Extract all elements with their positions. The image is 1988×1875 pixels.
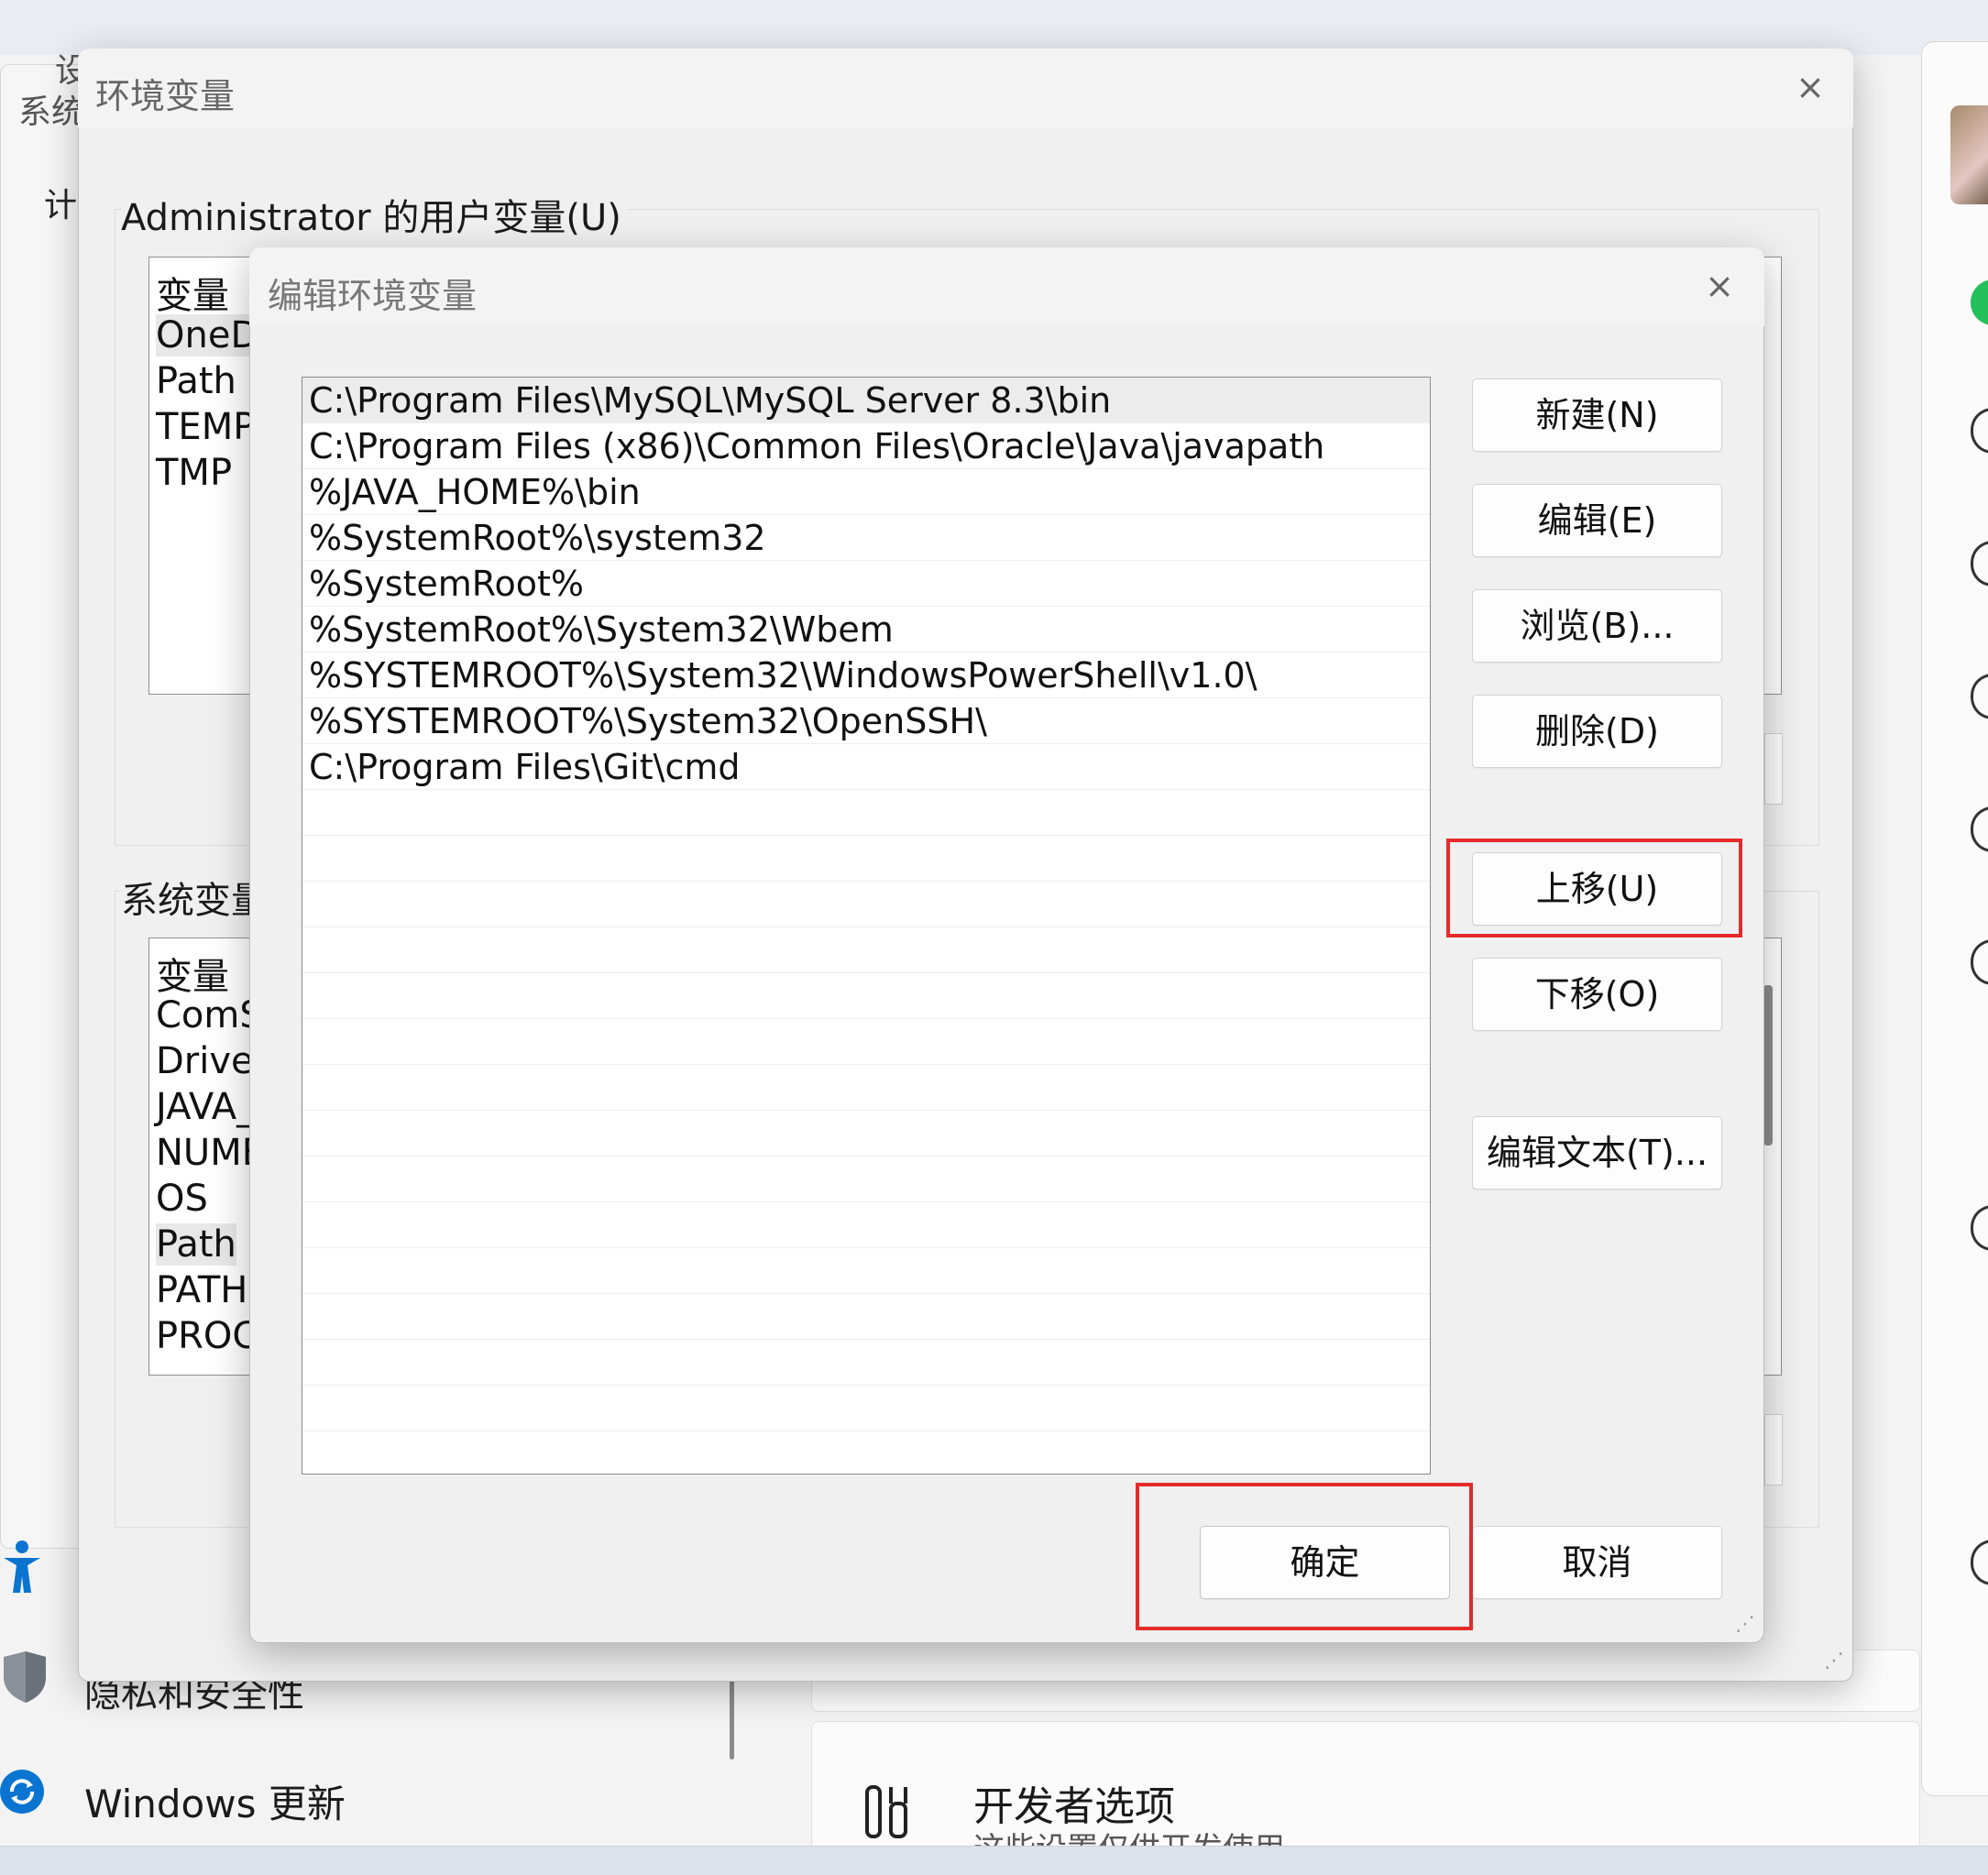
empty-row[interactable]: [302, 1340, 1430, 1386]
close-icon[interactable]: ×: [1701, 268, 1738, 304]
path-entry[interactable]: %SystemRoot%\System32\Wbem: [302, 607, 1430, 652]
new-button[interactable]: 新建(N): [1472, 378, 1722, 452]
empty-row[interactable]: [302, 1065, 1430, 1111]
env-button-partial[interactable]: [1764, 1414, 1783, 1486]
shield-icon: [0, 1650, 51, 1705]
nav-windows-update-label[interactable]: Windows 更新: [84, 1773, 346, 1829]
list-item[interactable]: PROC: [156, 1315, 258, 1357]
path-entry[interactable]: %SystemRoot%\system32: [302, 515, 1430, 561]
path-entry[interactable]: %SystemRoot%: [302, 561, 1430, 607]
avatar[interactable]: [1950, 105, 1988, 204]
list-item[interactable]: JAVA_: [156, 1086, 255, 1128]
empty-row[interactable]: [302, 1019, 1430, 1065]
path-entry[interactable]: C:\Program Files\Git\cmd: [302, 744, 1430, 790]
highlight-ok: [1136, 1483, 1473, 1630]
move-down-button[interactable]: 下移(O): [1472, 958, 1722, 1031]
env-dialog-title: 环境变量: [95, 76, 236, 116]
delete-button[interactable]: 删除(D): [1472, 695, 1722, 768]
column-header-variable[interactable]: 变量: [156, 947, 229, 1000]
windows-update-icon: [0, 1764, 51, 1819]
empty-row[interactable]: [302, 1111, 1430, 1157]
list-item[interactable]: Path: [156, 1223, 236, 1266]
system-list-scrollbar[interactable]: [1763, 985, 1773, 1146]
resize-grip-icon[interactable]: ⋰: [1824, 1650, 1844, 1672]
empty-row[interactable]: [302, 790, 1430, 836]
env-button-partial[interactable]: [1764, 733, 1783, 805]
column-header-variable[interactable]: 变量: [156, 266, 229, 319]
settings-scrollbar[interactable]: [730, 1668, 734, 1760]
taskbar: [0, 1846, 1988, 1875]
list-item[interactable]: Path: [156, 360, 236, 402]
empty-row[interactable]: [302, 973, 1430, 1019]
path-entry[interactable]: %SYSTEMROOT%\System32\OpenSSH\: [302, 698, 1430, 744]
close-icon[interactable]: ×: [1792, 69, 1829, 105]
browse-button[interactable]: 浏览(B)...: [1472, 589, 1722, 663]
list-item[interactable]: TMP: [156, 452, 232, 494]
edit-text-button[interactable]: 编辑文本(T)...: [1472, 1116, 1722, 1190]
path-entry[interactable]: %JAVA_HOME%\bin: [302, 469, 1430, 515]
highlight-move-up: [1446, 839, 1742, 938]
tools-icon: [862, 1783, 913, 1842]
list-item[interactable]: OS: [156, 1178, 208, 1220]
resize-grip-icon[interactable]: ⋰: [1735, 1613, 1755, 1636]
empty-row[interactable]: [302, 1202, 1430, 1248]
bg-partial-label: 系统: [18, 93, 85, 131]
cancel-button[interactable]: 取消: [1472, 1526, 1722, 1599]
empty-row[interactable]: [302, 1248, 1430, 1294]
list-item[interactable]: TEMP: [156, 406, 255, 448]
edit-button[interactable]: 编辑(E): [1472, 484, 1722, 557]
accessibility-icon[interactable]: [0, 1540, 55, 1595]
empty-row[interactable]: [302, 1294, 1430, 1340]
empty-row[interactable]: [302, 836, 1430, 882]
empty-row[interactable]: [302, 882, 1430, 927]
path-entries-list[interactable]: C:\Program Files\MySQL\MySQL Server 8.3\…: [302, 377, 1431, 1475]
empty-row[interactable]: [302, 1386, 1430, 1431]
empty-row[interactable]: [302, 927, 1430, 973]
empty-row[interactable]: [302, 1431, 1430, 1474]
env-dialog-titlebar: [78, 49, 1853, 127]
empty-row[interactable]: [302, 1157, 1430, 1202]
user-variables-label: Administrator 的用户变量(U): [121, 188, 627, 241]
path-entry[interactable]: C:\Program Files (x86)\Common Files\Orac…: [302, 423, 1430, 469]
list-item[interactable]: ComS: [156, 994, 263, 1036]
path-entry[interactable]: C:\Program Files\MySQL\MySQL Server 8.3\…: [302, 378, 1430, 423]
edit-dialog-title: 编辑环境变量: [268, 276, 478, 316]
bg-partial-label: 计: [44, 187, 78, 225]
path-entry[interactable]: %SYSTEMROOT%\System32\WindowsPowerShell\…: [302, 652, 1430, 698]
